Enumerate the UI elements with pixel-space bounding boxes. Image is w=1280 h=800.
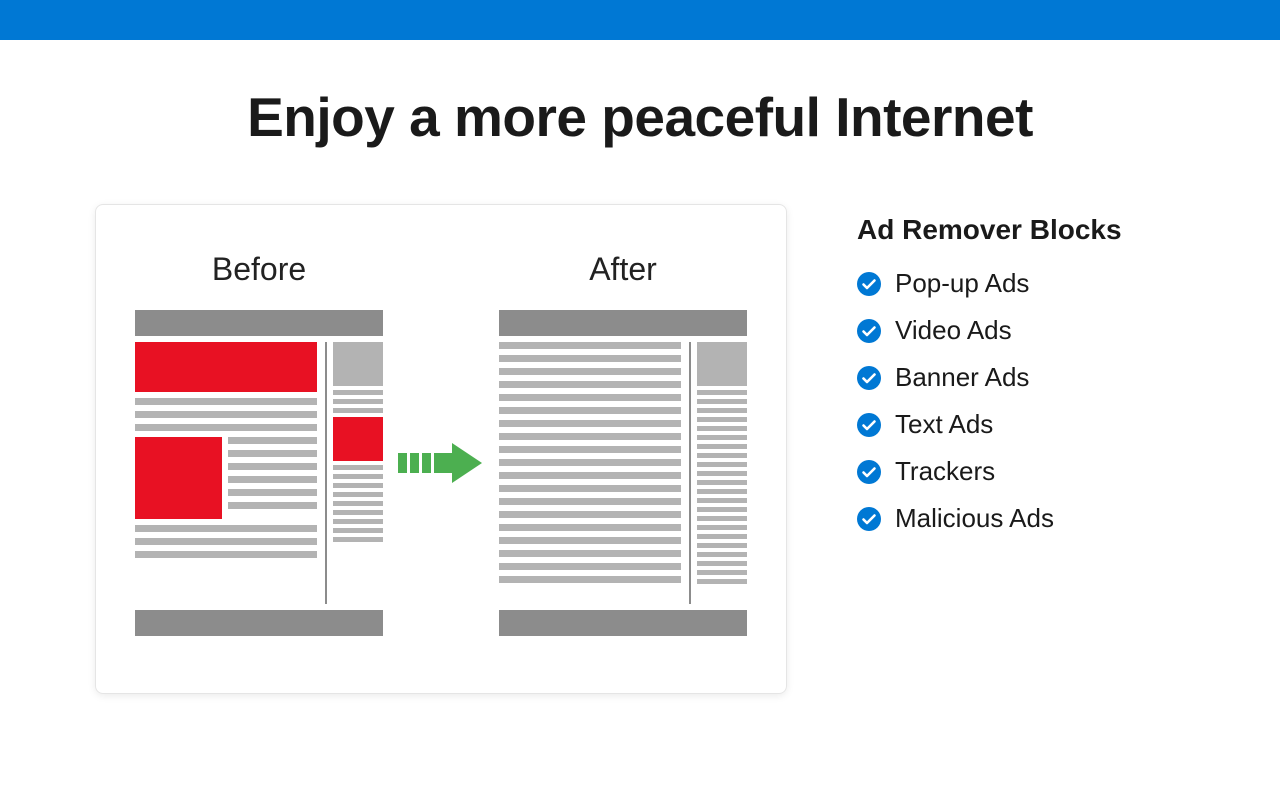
check-circle-icon (857, 366, 881, 390)
feature-label: Text Ads (895, 409, 993, 440)
feature-list: Pop-up Ads Video Ads Banner Ads (857, 268, 1122, 534)
list-item: Pop-up Ads (857, 268, 1122, 299)
arrow-column (396, 399, 486, 487)
check-circle-icon (857, 507, 881, 531)
feature-label: Video Ads (895, 315, 1012, 346)
content-row: Before (0, 204, 1280, 694)
list-item: Trackers (857, 456, 1122, 487)
feature-label: Trackers (895, 456, 995, 487)
features-panel: Ad Remover Blocks Pop-up Ads Video Ads (857, 204, 1122, 534)
list-item: Malicious Ads (857, 503, 1122, 534)
feature-label: Pop-up Ads (895, 268, 1029, 299)
after-column: After (496, 251, 750, 636)
list-item: Banner Ads (857, 362, 1122, 393)
check-circle-icon (857, 272, 881, 296)
list-item: Video Ads (857, 315, 1122, 346)
arrow-right-icon (396, 439, 486, 487)
feature-label: Banner Ads (895, 362, 1029, 393)
check-circle-icon (857, 319, 881, 343)
main-heading: Enjoy a more peaceful Internet (0, 85, 1280, 149)
check-circle-icon (857, 413, 881, 437)
list-item: Text Ads (857, 409, 1122, 440)
ad-placeholder (333, 417, 383, 461)
ad-placeholder (135, 437, 222, 519)
before-label: Before (212, 251, 306, 288)
after-page-mockup (499, 310, 747, 636)
before-column: Before (132, 251, 386, 636)
check-circle-icon (857, 460, 881, 484)
after-label: After (589, 251, 657, 288)
top-accent-bar (0, 0, 1280, 40)
before-page-mockup (135, 310, 383, 636)
ad-placeholder (135, 342, 317, 392)
feature-label: Malicious Ads (895, 503, 1054, 534)
before-after-card: Before (95, 204, 787, 694)
features-title: Ad Remover Blocks (857, 214, 1122, 246)
